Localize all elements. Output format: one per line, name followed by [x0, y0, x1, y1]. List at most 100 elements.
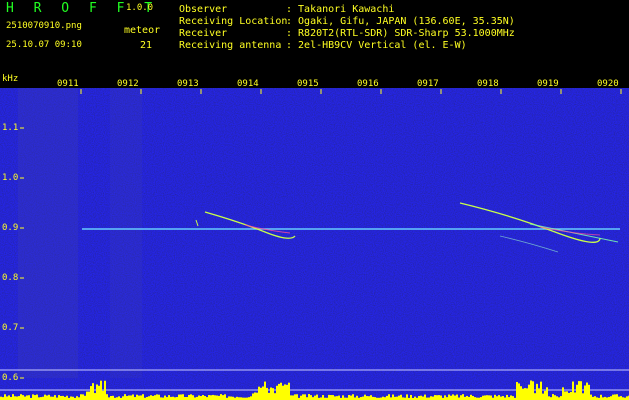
power-bar: [164, 395, 166, 400]
power-bar: [26, 395, 28, 400]
power-bar: [542, 393, 544, 400]
power-bar: [130, 395, 132, 400]
power-bar: [536, 383, 538, 400]
power-bar: [518, 383, 520, 400]
power-bar: [400, 394, 402, 400]
power-bar: [266, 387, 268, 400]
power-bar: [386, 395, 388, 400]
power-bar: [552, 394, 554, 400]
power-bar: [280, 382, 282, 400]
power-bar: [564, 391, 566, 400]
power-bar: [300, 395, 302, 400]
power-bar: [218, 395, 220, 400]
power-bar: [96, 384, 98, 400]
power-bar: [506, 394, 508, 400]
power-bar: [136, 394, 138, 400]
power-bar: [470, 394, 472, 400]
power-bar: [86, 391, 88, 400]
power-bar: [338, 395, 340, 400]
power-bar: [366, 396, 368, 400]
power-bar: [252, 393, 254, 400]
power-bar: [456, 394, 458, 400]
power-bar: [180, 394, 182, 400]
power-bar: [472, 395, 474, 400]
power-bar: [356, 395, 358, 400]
power-bar: [58, 395, 60, 400]
power-bar: [618, 396, 620, 400]
power-bar: [292, 395, 294, 400]
power-bar: [466, 395, 468, 400]
power-bar: [48, 394, 50, 400]
power-bar: [502, 396, 504, 400]
power-bar: [100, 380, 102, 400]
power-bar: [436, 395, 438, 400]
power-bar: [124, 394, 126, 400]
power-bar: [34, 395, 36, 400]
power-bar: [290, 395, 292, 400]
power-bar: [286, 384, 288, 400]
power-bar: [304, 394, 306, 400]
power-bar: [154, 395, 156, 400]
power-bar: [600, 394, 602, 400]
power-bar: [482, 395, 484, 400]
power-bar: [568, 392, 570, 400]
power-bar: [112, 395, 114, 400]
power-bar: [182, 394, 184, 400]
power-bar: [102, 390, 104, 400]
power-bar: [262, 386, 264, 400]
power-bar: [556, 396, 558, 400]
power-bar: [156, 394, 158, 400]
power-bar: [204, 396, 206, 400]
power-bar: [128, 395, 130, 400]
power-bar: [142, 394, 144, 400]
y-tick-label: 1.1: [2, 123, 19, 133]
power-bar: [398, 395, 400, 400]
power-bar: [88, 391, 90, 400]
y-tick-label: 0.7: [2, 323, 19, 333]
power-bar: [126, 396, 128, 400]
power-bar: [484, 395, 486, 400]
power-bar: [594, 396, 596, 400]
power-bar: [430, 396, 432, 400]
power-bar: [560, 396, 562, 400]
power-bar: [284, 384, 286, 400]
power-bar: [32, 394, 34, 400]
power-bar: [540, 381, 542, 400]
power-bar: [422, 396, 424, 400]
power-bar: [490, 395, 492, 400]
power-bar: [256, 392, 258, 400]
power-bar: [150, 395, 152, 400]
power-bar: [220, 394, 222, 400]
power-bar: [440, 395, 442, 400]
power-bar: [82, 394, 84, 400]
power-bar: [14, 396, 16, 400]
power-bar: [570, 391, 572, 400]
power-bar: [178, 394, 180, 400]
power-bar: [370, 395, 372, 400]
power-bar: [228, 396, 230, 400]
power-bar: [328, 394, 330, 400]
power-bar: [368, 396, 370, 400]
power-bar: [214, 395, 216, 400]
power-bar: [6, 396, 8, 400]
x-tick-label: 0916: [357, 79, 379, 89]
power-bar: [582, 393, 584, 400]
power-bar: [424, 394, 426, 400]
power-bar: [104, 380, 106, 400]
power-bar: [342, 395, 344, 400]
power-bar: [316, 394, 318, 400]
power-bar: [152, 395, 154, 400]
power-bar: [54, 395, 56, 400]
power-bar: [510, 395, 512, 400]
power-bar: [46, 395, 48, 400]
power-bar: [334, 396, 336, 400]
power-bar: [62, 395, 64, 400]
y-tick-label: 1.0: [2, 173, 19, 183]
power-bar: [12, 394, 14, 400]
x-tick-label: 0912: [117, 79, 139, 89]
power-bar: [392, 394, 394, 400]
x-tick-label: 0918: [477, 79, 499, 89]
power-bar: [554, 395, 556, 400]
power-bar: [254, 392, 256, 400]
x-tick-label: 0917: [417, 79, 439, 89]
